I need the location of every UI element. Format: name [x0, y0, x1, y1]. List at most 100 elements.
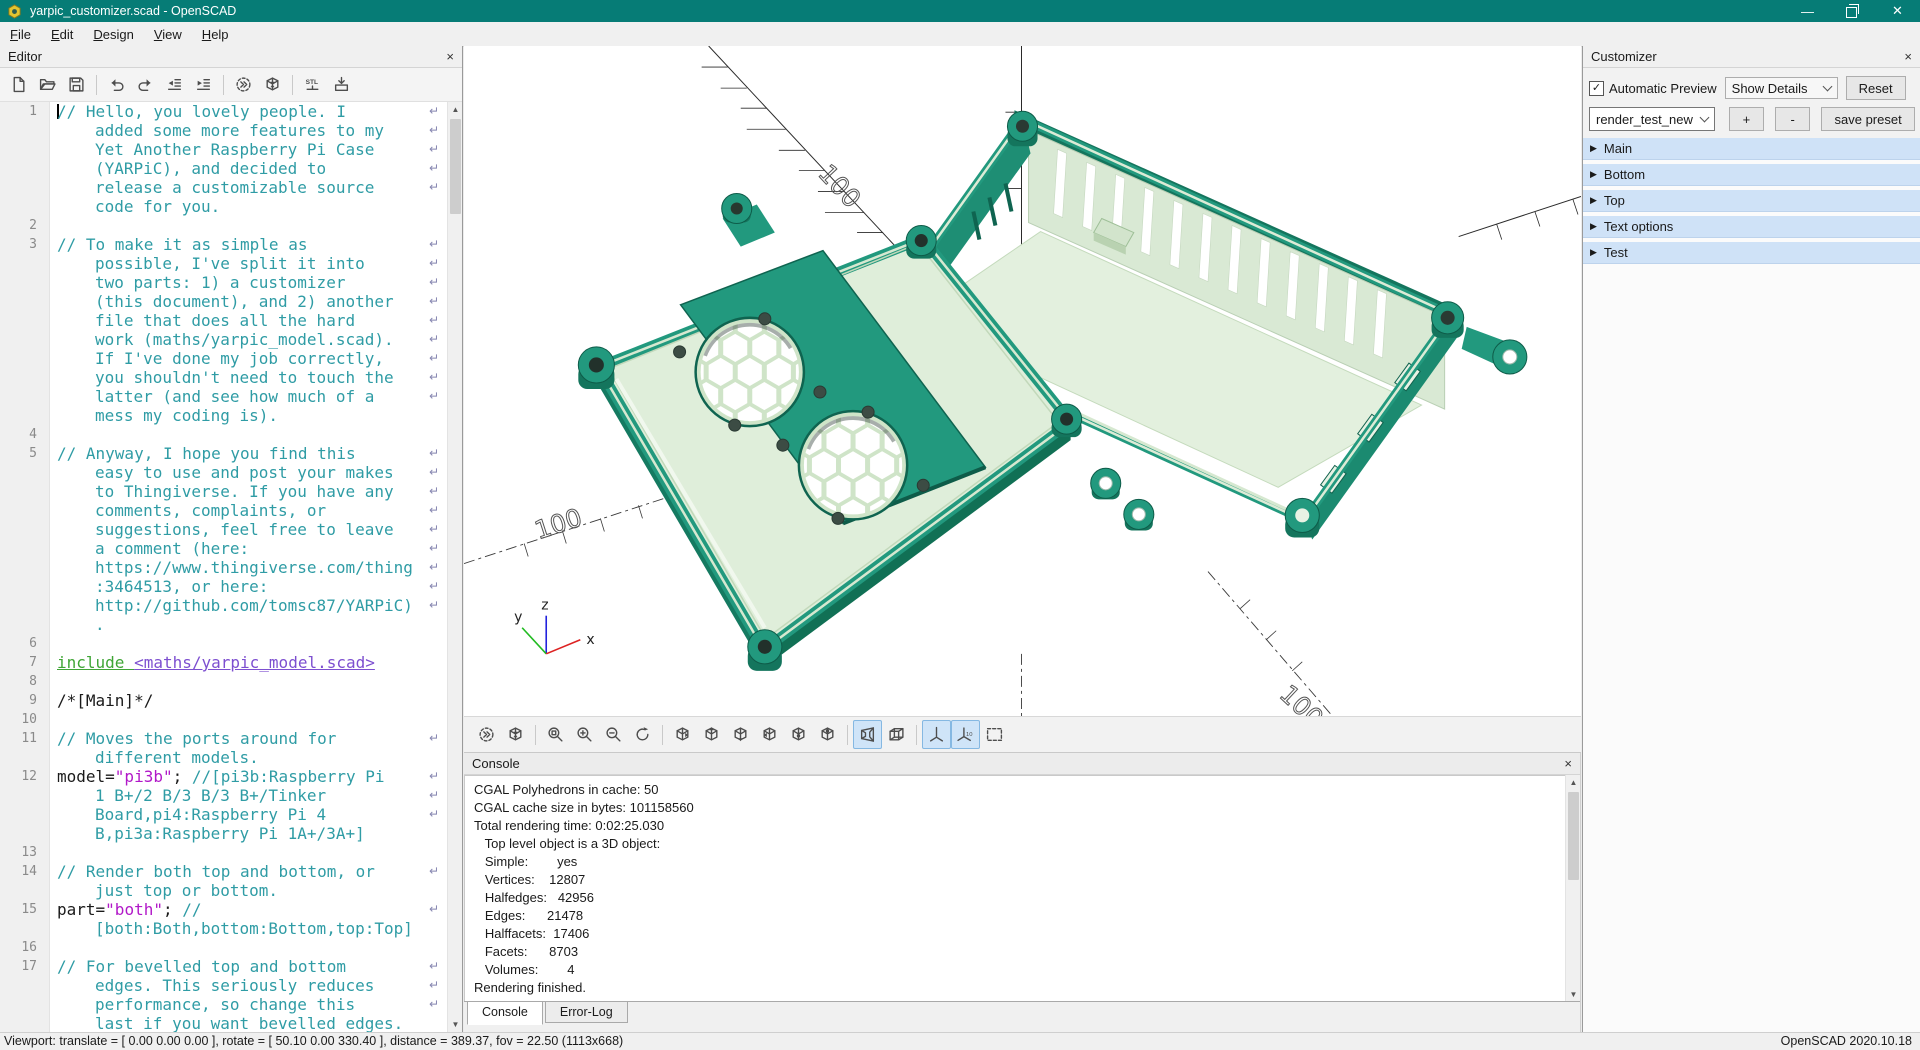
- tab-console[interactable]: Console: [467, 1002, 543, 1025]
- restore-button[interactable]: [1830, 0, 1875, 22]
- view-right-button[interactable]: [668, 720, 697, 749]
- code-row[interactable]: :3464513, or here:↵: [0, 577, 447, 596]
- code-editor[interactable]: 1// Hello, you lovely people. I↵added so…: [0, 102, 447, 1032]
- code-row[interactable]: 6: [0, 634, 447, 653]
- code-row[interactable]: If I've done my job correctly,↵: [0, 349, 447, 368]
- editor-close-icon[interactable]: ×: [446, 46, 454, 68]
- code-row[interactable]: suggestions, feel free to leave↵: [0, 520, 447, 539]
- expand-triangle-icon[interactable]: ▶: [1590, 195, 1597, 206]
- print-model-button[interactable]: [327, 70, 356, 99]
- code-row[interactable]: 10: [0, 710, 447, 729]
- preview-button[interactable]: [229, 70, 258, 99]
- code-row[interactable]: 15part="both"; //↵: [0, 900, 447, 919]
- code-row[interactable]: 13: [0, 843, 447, 862]
- view-left-button[interactable]: [755, 720, 784, 749]
- code-row[interactable]: easy to use and post your makes↵: [0, 463, 447, 482]
- code-row[interactable]: 1 B+/2 B/3 B/3 B+/Tinker↵: [0, 786, 447, 805]
- show-axes-button[interactable]: [922, 720, 951, 749]
- orthogonal-button[interactable]: [882, 720, 911, 749]
- code-row[interactable]: (YARPiC), and decided to↵: [0, 159, 447, 178]
- code-row[interactable]: a comment (here:↵: [0, 539, 447, 558]
- code-row[interactable]: 1// Hello, you lovely people. I↵: [0, 102, 447, 121]
- customizer-section-bottom[interactable]: ▶Bottom: [1583, 164, 1920, 186]
- 3d-viewport[interactable]: 100 100 100: [464, 46, 1581, 716]
- scroll-down-icon[interactable]: ▼: [1566, 987, 1581, 1002]
- customizer-section-test[interactable]: ▶Test: [1583, 242, 1920, 264]
- code-row[interactable]: release a customizable source↵: [0, 178, 447, 197]
- code-row[interactable]: performance, so change this↵: [0, 995, 447, 1014]
- export-stl-button[interactable]: STL: [298, 70, 327, 99]
- details-dropdown[interactable]: Show Details: [1725, 77, 1838, 99]
- 3d-scene[interactable]: 100 100 100: [464, 46, 1581, 716]
- menu-design[interactable]: Design: [83, 24, 143, 45]
- code-row[interactable]: 14// Render both top and bottom, or↵: [0, 862, 447, 881]
- unindent-button[interactable]: [160, 70, 189, 99]
- customizer-section-top[interactable]: ▶Top: [1583, 190, 1920, 212]
- menu-view[interactable]: View: [144, 24, 192, 45]
- view-back-button[interactable]: [813, 720, 842, 749]
- code-row[interactable]: 9/*[Main]*/: [0, 691, 447, 710]
- console-scrollbar-thumb[interactable]: [1568, 792, 1579, 880]
- menu-help[interactable]: Help: [192, 24, 239, 45]
- expand-triangle-icon[interactable]: ▶: [1590, 169, 1597, 180]
- code-row[interactable]: [both:Both,bottom:Bottom,top:Top]: [0, 919, 447, 938]
- code-row[interactable]: edges. This seriously reduces↵: [0, 976, 447, 995]
- remove-preset-button[interactable]: -: [1775, 107, 1810, 131]
- code-row[interactable]: 11// Moves the ports around for↵: [0, 729, 447, 748]
- code-row[interactable]: Yet Another Raspberry Pi Case↵: [0, 140, 447, 159]
- customizer-section-main[interactable]: ▶Main: [1583, 138, 1920, 160]
- editor-scrollbar[interactable]: ▲ ▼: [447, 102, 462, 1032]
- console-output[interactable]: CGAL Polyhedrons in cache: 50CGAL cache …: [464, 775, 1565, 1002]
- code-row[interactable]: just top or bottom.: [0, 881, 447, 900]
- console-close-icon[interactable]: ×: [1564, 753, 1572, 775]
- code-row[interactable]: 3// To make it as simple as↵: [0, 235, 447, 254]
- code-row[interactable]: .: [0, 615, 447, 634]
- open-file-button[interactable]: [33, 70, 62, 99]
- code-row[interactable]: 17// For bevelled top and bottom↵: [0, 957, 447, 976]
- render-button[interactable]: [501, 720, 530, 749]
- code-row[interactable]: Board,pi4:Raspberry Pi 4↵: [0, 805, 447, 824]
- code-row[interactable]: http://github.com/tomsc87/YARPiC)↵: [0, 596, 447, 615]
- indent-button[interactable]: [189, 70, 218, 99]
- reset-button[interactable]: Reset: [1846, 76, 1906, 100]
- save-preset-button[interactable]: save preset: [1821, 107, 1915, 131]
- code-row[interactable]: mess my coding is).: [0, 406, 447, 425]
- code-row[interactable]: two parts: 1) a customizer↵: [0, 273, 447, 292]
- zoom-in-button[interactable]: [570, 720, 599, 749]
- render-button[interactable]: [258, 70, 287, 99]
- expand-triangle-icon[interactable]: ▶: [1590, 143, 1597, 154]
- code-row[interactable]: 8: [0, 672, 447, 691]
- code-row[interactable]: added some more features to my↵: [0, 121, 447, 140]
- code-row[interactable]: different models.: [0, 748, 447, 767]
- code-row[interactable]: (this document), and 2) another↵: [0, 292, 447, 311]
- code-row[interactable]: comments, complaints, or↵: [0, 501, 447, 520]
- code-row[interactable]: 7include <maths/yarpic_model.scad>: [0, 653, 447, 672]
- code-row[interactable]: you shouldn't need to touch the↵: [0, 368, 447, 387]
- new-file-button[interactable]: [4, 70, 33, 99]
- reset-view-button[interactable]: [628, 720, 657, 749]
- save-file-button[interactable]: [62, 70, 91, 99]
- code-row[interactable]: file that does all the hard↵: [0, 311, 447, 330]
- expand-triangle-icon[interactable]: ▶: [1590, 247, 1597, 258]
- code-row[interactable]: work (maths/yarpic_model.scad).↵: [0, 330, 447, 349]
- expand-triangle-icon[interactable]: ▶: [1590, 221, 1597, 232]
- menu-file[interactable]: File: [0, 24, 41, 45]
- code-row[interactable]: https://www.thingiverse.com/thing↵: [0, 558, 447, 577]
- scroll-up-icon[interactable]: ▲: [448, 102, 463, 117]
- code-row[interactable]: code for you.: [0, 197, 447, 216]
- close-button[interactable]: ✕: [1875, 0, 1920, 22]
- automatic-preview-checkbox[interactable]: ✓: [1589, 81, 1604, 96]
- code-row[interactable]: 5// Anyway, I hope you find this↵: [0, 444, 447, 463]
- view-all-button[interactable]: [980, 720, 1009, 749]
- perspective-button[interactable]: [853, 720, 882, 749]
- code-row[interactable]: latter (and see how much of a↵: [0, 387, 447, 406]
- view-top-button[interactable]: [697, 720, 726, 749]
- undo-button[interactable]: [102, 70, 131, 99]
- show-scale-markers-button[interactable]: 10: [951, 720, 980, 749]
- customizer-section-text-options[interactable]: ▶Text options: [1583, 216, 1920, 238]
- scroll-up-icon[interactable]: ▲: [1566, 775, 1581, 790]
- zoom-out-button[interactable]: [599, 720, 628, 749]
- editor-scrollbar-thumb[interactable]: [450, 119, 461, 214]
- code-row[interactable]: 4: [0, 425, 447, 444]
- view-bottom-button[interactable]: [726, 720, 755, 749]
